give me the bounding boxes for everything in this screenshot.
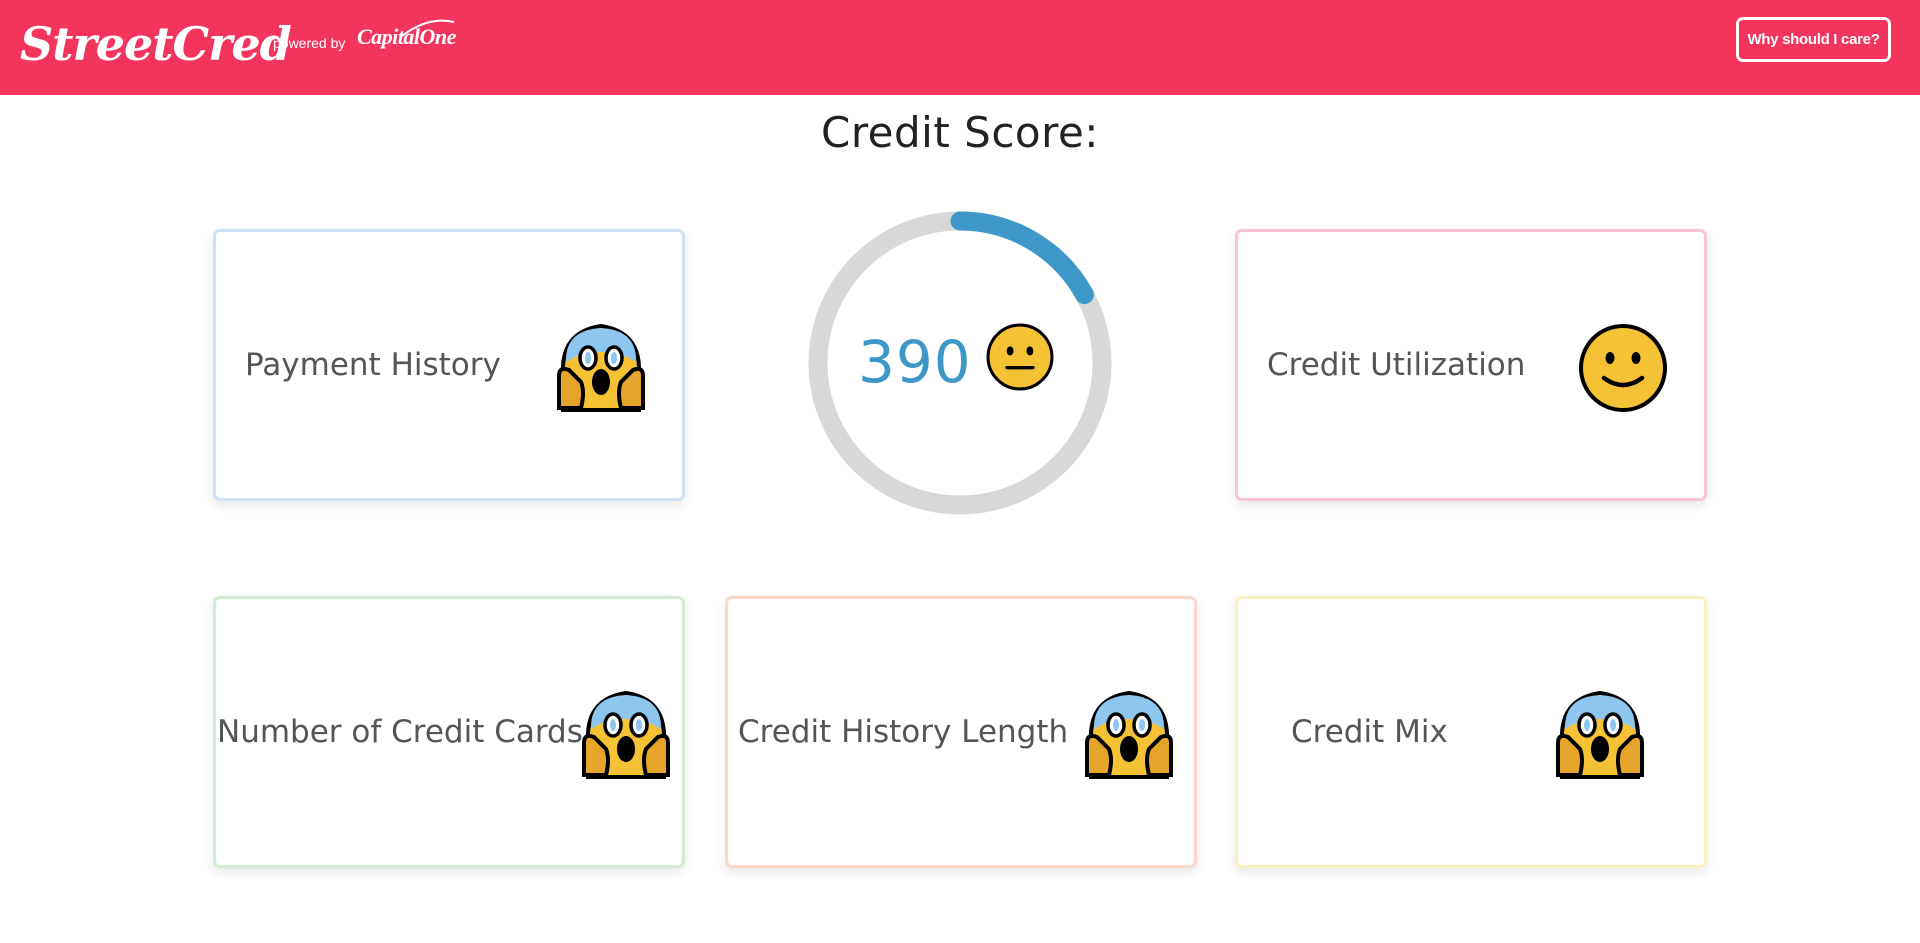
screaming-face-icon: [555, 322, 647, 414]
neutral-face-icon: [985, 322, 1055, 392]
card-label: Credit History Length: [738, 714, 1069, 750]
credit-utilization-card[interactable]: Credit Utilization: [1235, 229, 1707, 501]
card-label: Payment History: [245, 347, 501, 383]
navbar: StreetCred powered by CapitalOne Why sho…: [0, 0, 1920, 95]
card-label: Number of Credit Cards: [217, 714, 583, 750]
score-value: 390: [858, 328, 972, 396]
number-of-credit-cards-card[interactable]: Number of Credit Cards: [213, 596, 685, 868]
brand-logo[interactable]: StreetCred: [20, 14, 292, 74]
screaming-face-icon: [580, 689, 672, 781]
credit-history-length-card[interactable]: Credit History Length: [725, 596, 1197, 868]
card-label: Credit Mix: [1291, 714, 1448, 750]
credit-mix-card[interactable]: Credit Mix: [1235, 596, 1707, 868]
page-title: Credit Score:: [821, 108, 1099, 157]
payment-history-card[interactable]: Payment History: [213, 229, 685, 501]
score-progress-arc: [950, 211, 1094, 305]
why-should-i-care-button[interactable]: Why should I care?: [1736, 17, 1891, 62]
screaming-face-icon: [1083, 689, 1175, 781]
card-label: Credit Utilization: [1267, 347, 1526, 383]
partner-swoosh-icon: [401, 19, 455, 37]
powered-by-label: powered by: [273, 35, 346, 51]
slight-smile-face-icon: [1577, 322, 1669, 414]
screaming-face-icon: [1554, 689, 1646, 781]
